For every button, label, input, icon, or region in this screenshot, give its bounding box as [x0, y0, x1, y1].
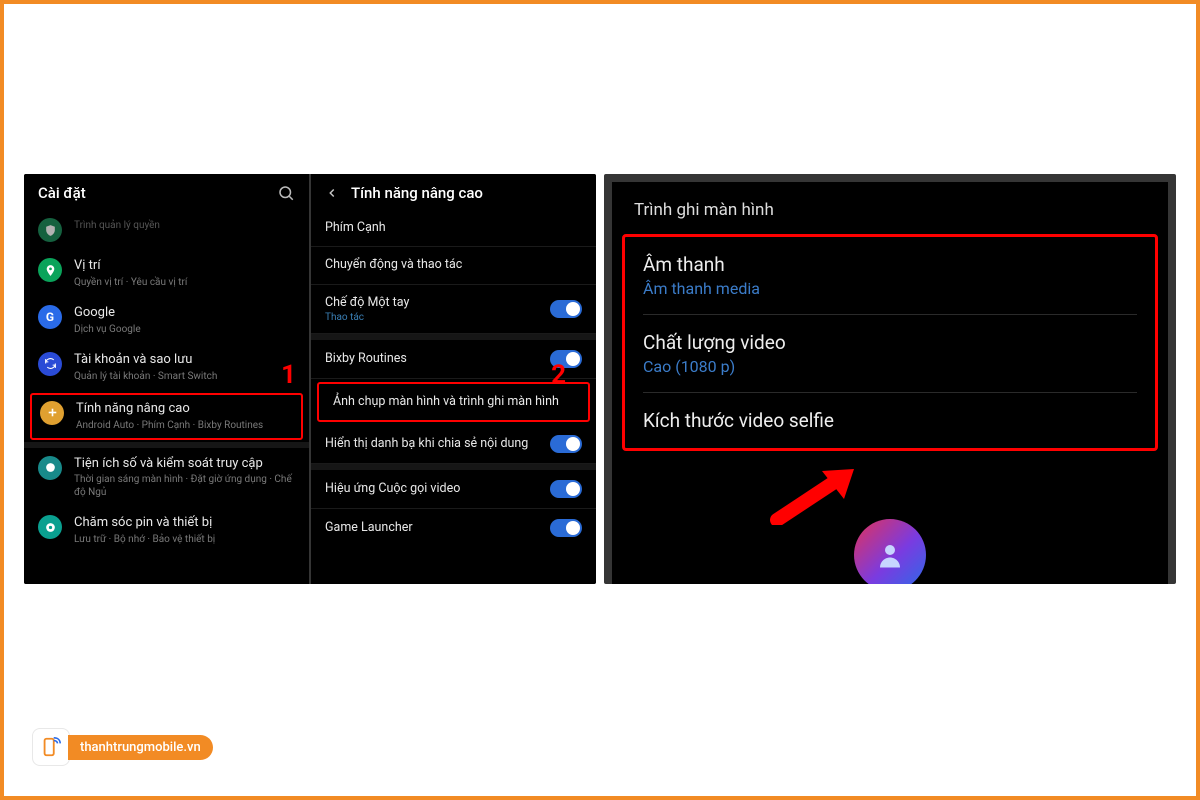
wellbeing-icon	[38, 456, 62, 480]
item-title: Âm thanh	[643, 253, 1137, 276]
pin-icon	[38, 258, 62, 282]
item-sub: Lưu trữ · Bộ nhớ · Bảo vệ thiết bị	[74, 533, 295, 546]
recorder-item-quality[interactable]: Chất lượng video Cao (1080 p)	[643, 315, 1137, 393]
adv-item-onehand[interactable]: Chế độ Một tayThao tác	[311, 285, 596, 334]
item-title: Tài khoản và sao lưu	[74, 352, 295, 369]
settings-item-location[interactable]: Vị tríQuyền vị trí · Yêu cầu vị trí	[24, 250, 309, 297]
battery-icon	[38, 515, 62, 539]
search-icon[interactable]	[277, 184, 295, 202]
person-icon	[875, 540, 905, 570]
adv-item-sidekey[interactable]: Phím Cạnh	[311, 210, 596, 247]
settings-item-accounts[interactable]: Tài khoản và sao lưuQuản lý tài khoản · …	[24, 344, 309, 391]
content-row: 1 2 Cài đặt Trình quản lý quyền Vị tríQu…	[24, 174, 1184, 584]
advanced-title: Tính năng nâng cao	[351, 184, 582, 202]
item-title: Bixby Routines	[325, 351, 550, 367]
adv-item-contacts-share[interactable]: Hiển thị danh bạ khi chia sẻ nội dung	[311, 425, 596, 464]
item-title: Chuyển động và thao tác	[325, 257, 582, 273]
logo-icon	[40, 736, 62, 758]
item-title: Chế độ Một tay	[325, 295, 550, 311]
settings-item-wellbeing[interactable]: Tiện ích số và kiểm soát truy cậpThời gi…	[24, 448, 309, 508]
item-title: Kích thước video selfie	[643, 409, 1137, 432]
settings-header: Cài đặt	[24, 174, 309, 210]
adv-item-motions[interactable]: Chuyển động và thao tác	[311, 247, 596, 284]
step-badge-1: 1	[281, 360, 296, 390]
watermark-logo	[32, 728, 70, 766]
advanced-list: Phím Cạnh Chuyển động và thao tác Chế độ…	[311, 210, 596, 584]
item-title: Google	[74, 305, 295, 322]
item-sub: Thời gian sáng màn hình · Đặt giờ ứng dụ…	[74, 473, 295, 499]
recorder-item-selfie-size[interactable]: Kích thước video selfie	[643, 393, 1137, 448]
back-icon[interactable]	[325, 186, 339, 200]
settings-item-google[interactable]: G GoogleDịch vụ Google	[24, 297, 309, 344]
settings-item-devicecare[interactable]: Chăm sóc pin và thiết bịLưu trữ · Bộ nhớ…	[24, 507, 309, 554]
outer-frame: 1 2 Cài đặt Trình quản lý quyền Vị tríQu…	[0, 0, 1200, 800]
recorder-screen: Trình ghi màn hình Âm thanh Âm thanh med…	[612, 182, 1168, 584]
watermark: thanhtrungmobile.vn	[32, 728, 213, 766]
plus-icon	[40, 401, 64, 425]
toggle-switch[interactable]	[550, 300, 582, 318]
item-title: Chất lượng video	[643, 331, 1137, 354]
item-title: Tiện ích số và kiểm soát truy cập	[74, 456, 295, 473]
item-title: Ảnh chụp màn hình và trình ghi màn hình	[333, 394, 574, 410]
avatar-preview	[622, 519, 1158, 584]
toggle-switch[interactable]	[550, 435, 582, 453]
toggle-switch[interactable]	[550, 480, 582, 498]
recorder-title: Trình ghi màn hình	[622, 200, 1158, 234]
item-sub: Dịch vụ Google	[74, 323, 295, 336]
item-title: Hiệu ứng Cuộc gọi video	[325, 481, 550, 497]
adv-item-videocall-fx[interactable]: Hiệu ứng Cuộc gọi video	[311, 470, 596, 509]
google-icon: G	[38, 305, 62, 329]
adv-item-gamelauncher[interactable]: Game Launcher	[311, 509, 596, 539]
right-panel: Trình ghi màn hình Âm thanh Âm thanh med…	[604, 174, 1176, 584]
highlight-box: Âm thanh Âm thanh media Chất lượng video…	[622, 234, 1158, 451]
settings-screen: Cài đặt Trình quản lý quyền Vị tríQuyền …	[24, 174, 309, 584]
item-sub: Android Auto · Phím Cạnh · Bixby Routine…	[76, 419, 293, 432]
settings-item-permissions[interactable]: Trình quản lý quyền	[24, 210, 309, 250]
toggle-switch[interactable]	[550, 519, 582, 537]
item-sub: Quyền vị trí · Yêu cầu vị trí	[74, 276, 295, 289]
adv-item-screenshot-recorder[interactable]: Ảnh chụp màn hình và trình ghi màn hình	[317, 382, 590, 422]
advanced-header: Tính năng nâng cao	[311, 174, 596, 210]
shield-icon	[38, 218, 62, 242]
recorder-item-audio[interactable]: Âm thanh Âm thanh media	[643, 237, 1137, 315]
item-title: Tính năng nâng cao	[76, 401, 293, 418]
item-title: Game Launcher	[325, 520, 550, 536]
item-title: Chăm sóc pin và thiết bị	[74, 515, 295, 532]
item-title: Vị trí	[74, 258, 295, 275]
watermark-text: thanhtrungmobile.vn	[68, 735, 213, 760]
step-badge-2: 2	[551, 360, 566, 390]
settings-list: Trình quản lý quyền Vị tríQuyền vị trí ·…	[24, 210, 309, 584]
settings-title: Cài đặt	[38, 184, 277, 202]
sync-icon	[38, 352, 62, 376]
settings-item-advanced[interactable]: Tính năng nâng caoAndroid Auto · Phím Cạ…	[30, 393, 303, 440]
left-panel: 1 2 Cài đặt Trình quản lý quyền Vị tríQu…	[24, 174, 596, 584]
item-sub: Trình quản lý quyền	[74, 219, 295, 232]
item-value: Cao (1080 p)	[643, 357, 1137, 376]
item-sub: Quản lý tài khoản · Smart Switch	[74, 370, 295, 383]
arrow-annotation-icon	[762, 465, 872, 525]
item-sub: Thao tác	[325, 312, 550, 323]
item-value: Âm thanh media	[643, 279, 1137, 298]
item-title: Hiển thị danh bạ khi chia sẻ nội dung	[325, 436, 550, 452]
item-title: Phím Cạnh	[325, 220, 582, 236]
avatar-circle	[854, 519, 926, 584]
